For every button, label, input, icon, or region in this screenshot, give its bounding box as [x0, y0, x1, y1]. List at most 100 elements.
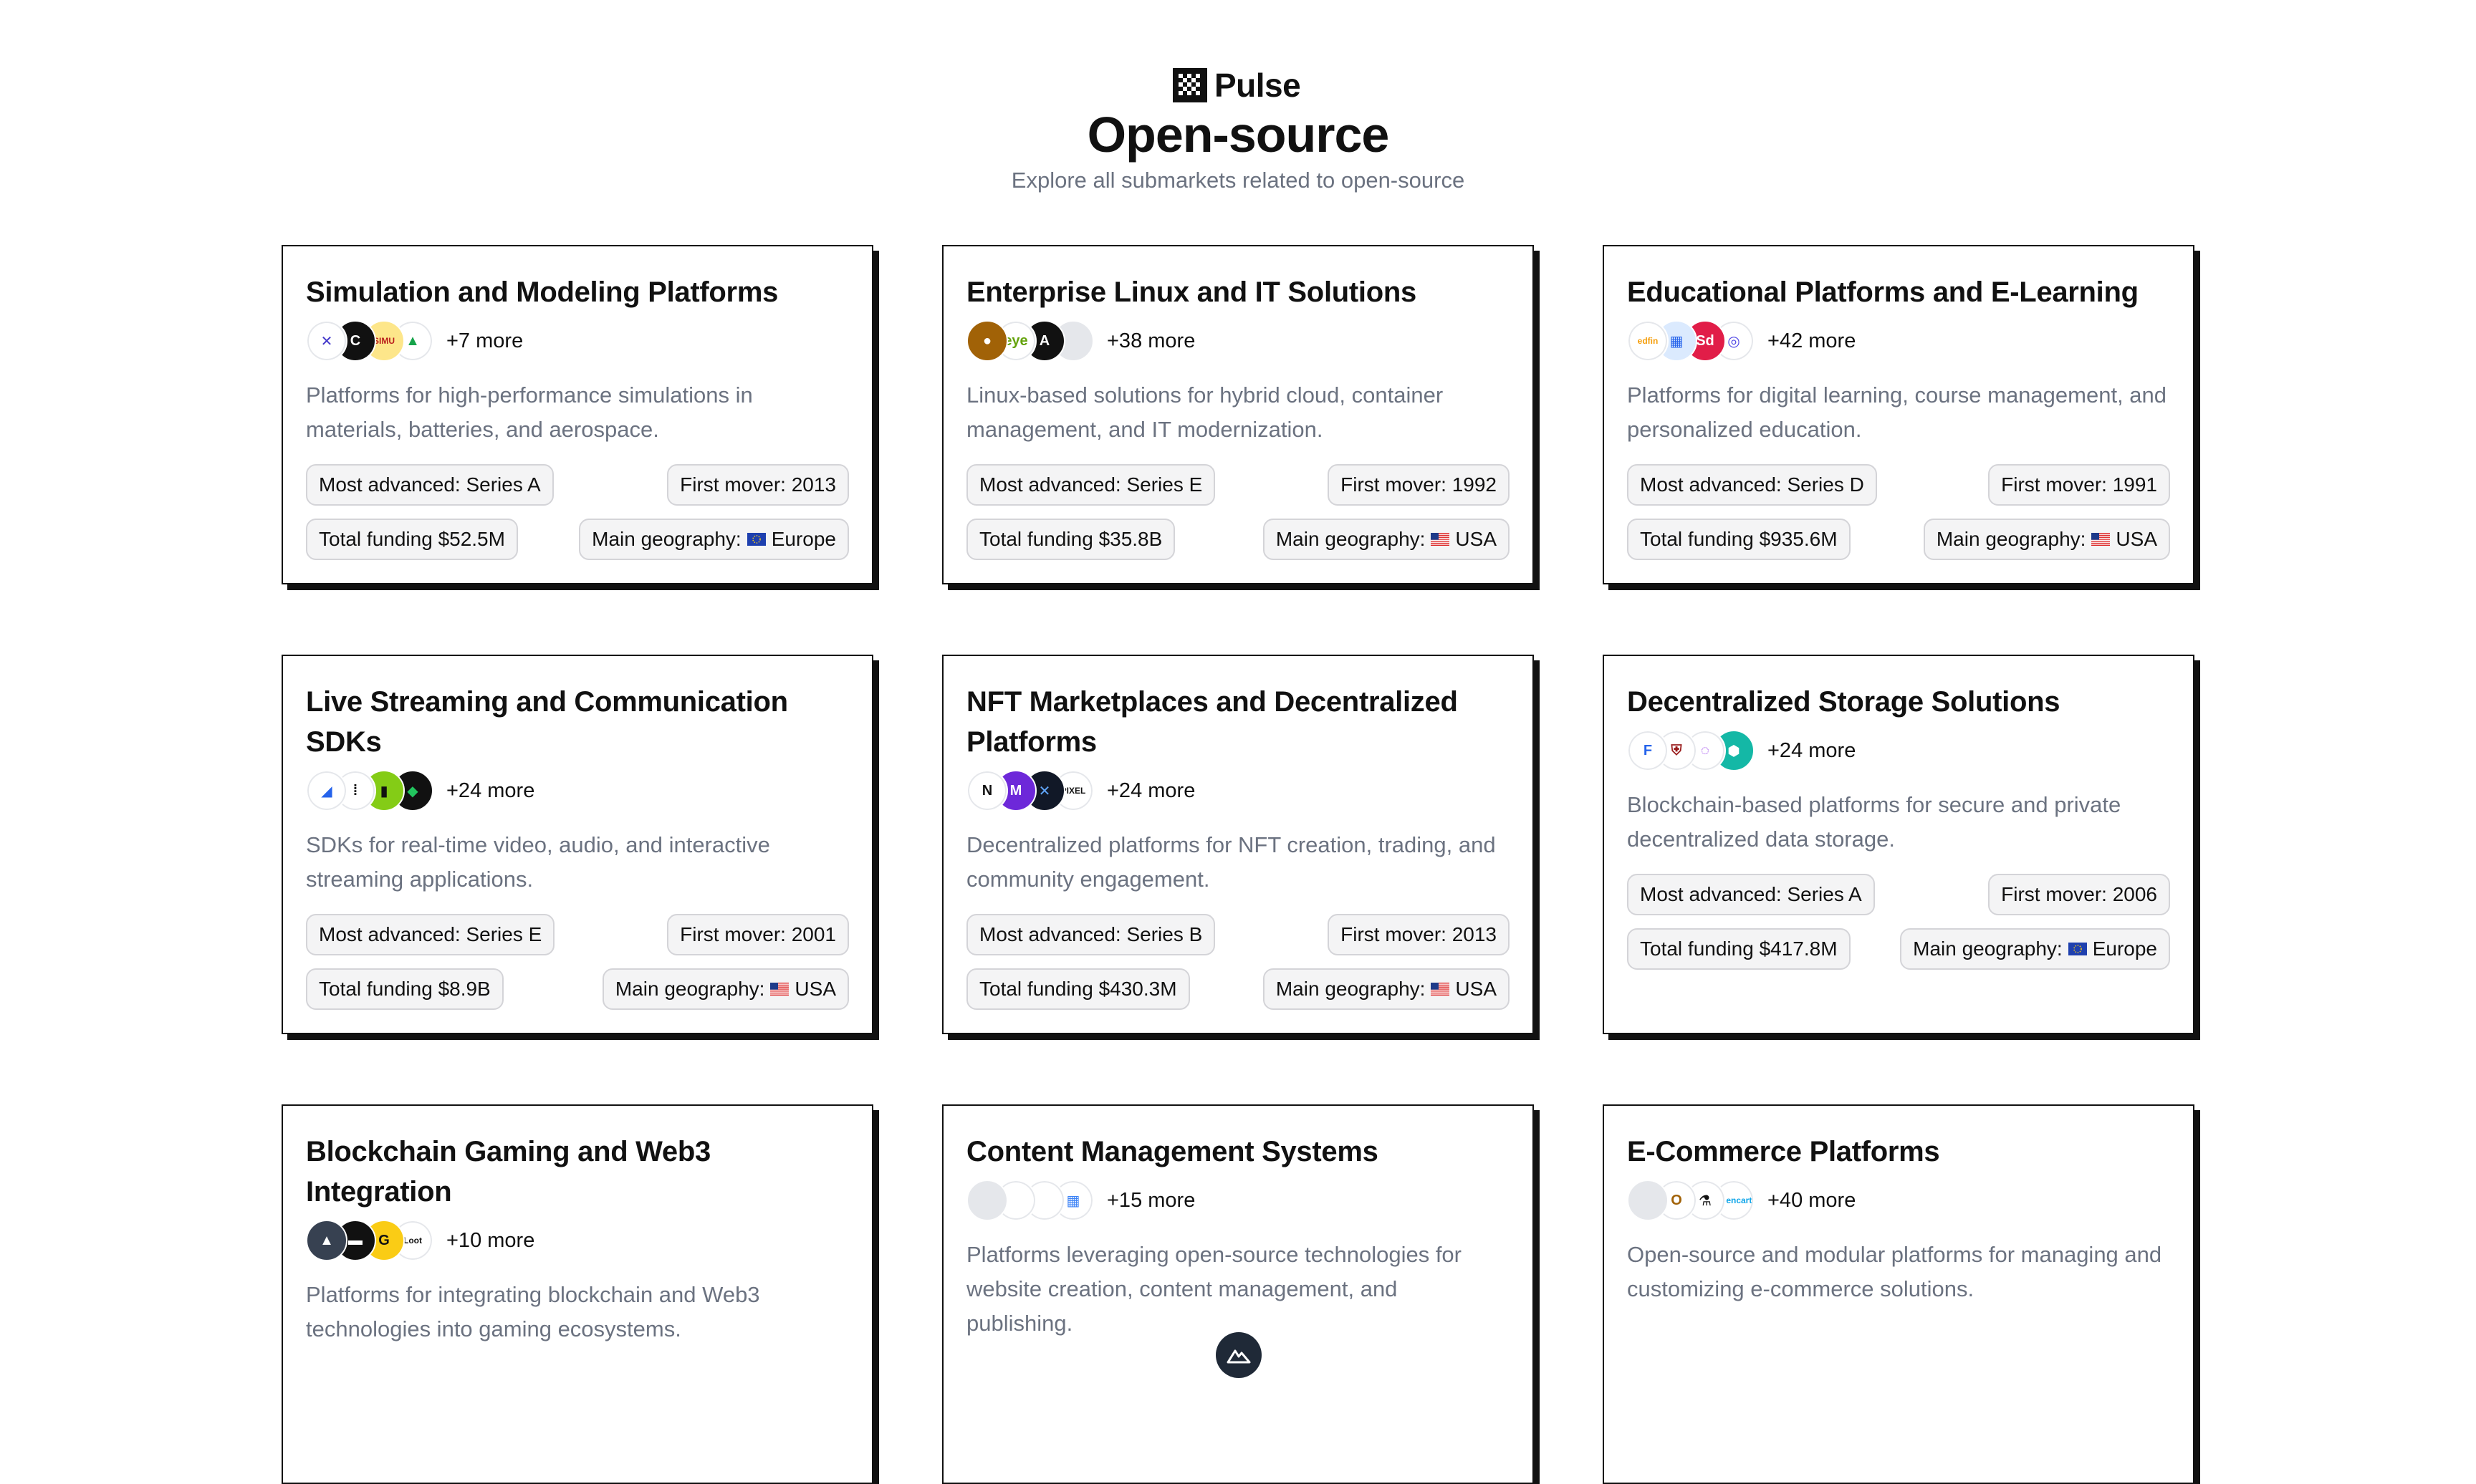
company-logo-mark: A [1039, 332, 1050, 349]
company-logo-mark: ✕ [320, 333, 333, 350]
company-logos: F ⛨ ◌ ⬢ +24 more [1627, 729, 2170, 772]
card-title: Content Management Systems [966, 1136, 1378, 1167]
page-subtitle: Explore all submarkets related to open-s… [1011, 168, 1465, 193]
card-description: Platforms for digital learning, course m… [1627, 382, 2167, 442]
first-mover-pill: First mover: 2006 [1988, 874, 2170, 915]
company-logo: N [966, 770, 1008, 811]
geography-value: Europe [771, 528, 836, 550]
company-logos: ◢ ⁞ ▮ ◆ +24 more [306, 769, 849, 812]
eu-flag-icon [747, 533, 766, 546]
company-logo-mark: ▬ [348, 1232, 363, 1248]
more-companies-count[interactable]: +40 more [1767, 1189, 1856, 1213]
company-logo-mark: ● [982, 332, 992, 349]
card-description: Platforms for high-performance simulatio… [306, 382, 753, 442]
more-companies-count[interactable]: +7 more [446, 329, 523, 353]
company-logo-mark: O [1671, 1192, 1682, 1208]
card-stats-row: Most advanced: Series B First mover: 2013 [966, 914, 1510, 955]
funding-pill: Total funding $417.8M [1627, 928, 1851, 970]
more-companies-count[interactable]: +24 more [1107, 779, 1195, 803]
company-logo-mark: M [1009, 782, 1022, 799]
company-logos: O ⚗ opencart +40 more [1627, 1179, 2170, 1222]
submarket-card[interactable]: Blockchain Gaming and Web3 Integration ▲ ▬… [282, 1104, 873, 1484]
stage-pill: Most advanced: Series E [966, 464, 1216, 506]
company-logo-mark: ▦ [1669, 333, 1684, 350]
stage-pill: Most advanced: Series A [306, 464, 554, 506]
geography-pill: Main geography: Europe [579, 519, 849, 560]
geography-value: USA [795, 978, 836, 1000]
brand-name: Pulse [1214, 67, 1301, 104]
card-stats-row: Total funding $417.8M Main geography: Euro… [1627, 928, 2170, 970]
card-stats-row: Most advanced: Series A First mover: 2013 [306, 464, 849, 506]
submarket-card[interactable]: Content Management Systems ▦ +15 more Platf… [942, 1104, 1534, 1484]
more-companies-count[interactable]: +24 more [1767, 739, 1856, 763]
card-description: Decentralized platforms for NFT creation… [966, 832, 1496, 892]
geography-pill: Main geography: USA [602, 968, 849, 1010]
company-logo-mark: C [350, 332, 361, 349]
card-stats-row: Total funding $935.6M Main geography: USA [1627, 519, 2170, 560]
company-logo-mark: ◢ [321, 783, 332, 799]
mountain-icon [1227, 1349, 1251, 1364]
geography-label: Main geography: [615, 978, 765, 1000]
brand[interactable]: Pulse [1173, 66, 1301, 105]
funding-pill: Total funding $430.3M [966, 968, 1190, 1010]
more-companies-count[interactable]: +10 more [446, 1229, 534, 1253]
card-title: Live Streaming and Communication SDKs [306, 686, 788, 758]
company-logo-mark: ▦ [1066, 1192, 1080, 1209]
funding-pill: Total funding $35.8B [966, 519, 1176, 560]
submarket-card[interactable]: NFT Marketplaces and Decentralized Platf… [942, 655, 1534, 1034]
card-description: Linux-based solutions for hybrid cloud, … [966, 382, 1444, 442]
submarket-card[interactable]: Educational Platforms and E-Learning edfi… [1603, 245, 2194, 584]
more-companies-count[interactable]: +42 more [1767, 329, 1856, 353]
company-logo: ✕ [306, 320, 347, 362]
submarket-card[interactable]: Enterprise Linux and IT Solutions ● eye A +3… [942, 245, 1534, 584]
first-mover-pill: First mover: 1992 [1328, 464, 1510, 506]
company-logo-mark: ▮ [380, 783, 388, 799]
company-logo: edfin [1627, 320, 1669, 362]
us-flag-icon [770, 983, 790, 996]
company-logo-mark: F [1643, 742, 1653, 758]
company-logo-mark: ⁞ [352, 782, 358, 799]
us-flag-icon [1431, 533, 1450, 546]
card-title: Blockchain Gaming and Web3 Integration [306, 1136, 711, 1208]
nuxt-devtools-button[interactable] [1216, 1332, 1262, 1378]
card-stats-row: Total funding $35.8B Main geography: USA [966, 519, 1510, 560]
card-title: Simulation and Modeling Platforms [306, 276, 779, 308]
stage-pill: Most advanced: Series A [1627, 874, 1875, 915]
more-companies-count[interactable]: +24 more [446, 779, 534, 803]
us-flag-icon [1431, 983, 1450, 996]
geography-pill: Main geography: Europe [1900, 928, 2170, 970]
card-description: Platforms leveraging open-source technol… [966, 1242, 1462, 1336]
card-title: Decentralized Storage Solutions [1627, 686, 2060, 718]
company-logo-mark: G [378, 1232, 390, 1248]
geography-pill: Main geography: USA [1262, 968, 1510, 1010]
company-logos: edfin ▦ Sd ◎ +42 more [1627, 319, 2170, 362]
submarket-card[interactable]: Decentralized Storage Solutions F ⛨ ◌ ⬢ +24 m… [1603, 655, 2194, 1034]
company-logo-mark: ◌ [1701, 742, 1709, 758]
submarket-card[interactable]: Simulation and Modeling Platforms ✕ C SIMU ▲… [282, 245, 873, 584]
geography-value: USA [2116, 528, 2157, 550]
more-companies-count[interactable]: +15 more [1107, 1189, 1195, 1213]
company-logos: ● eye A +38 more [966, 319, 1510, 362]
first-mover-pill: First mover: 2013 [1328, 914, 1510, 955]
geography-label: Main geography: [1936, 528, 2086, 550]
company-logo: ● [966, 320, 1008, 362]
first-mover-pill: First mover: 2001 [667, 914, 849, 955]
company-logo-mark: edfin [1637, 336, 1659, 346]
company-logo-mark: ◎ [1727, 333, 1740, 350]
company-logo: ◢ [306, 770, 347, 811]
submarket-card[interactable]: E-Commerce Platforms O ⚗ opencart +40 more Op… [1603, 1104, 2194, 1484]
submarket-card[interactable]: Live Streaming and Communication SDKs ◢ ⁞ ▮… [282, 655, 873, 1034]
company-logo [1627, 1180, 1669, 1221]
company-logo-mark: Loot [403, 1235, 422, 1246]
company-logo-mark: ✕ [1038, 783, 1051, 799]
card-title: Educational Platforms and E-Learning [1627, 276, 2139, 308]
company-logo-mark: ⛨ [1671, 742, 1682, 758]
geography-label: Main geography: [1275, 528, 1426, 550]
more-companies-count[interactable]: +38 more [1107, 329, 1195, 353]
company-logo: ▲ [306, 1220, 347, 1261]
geography-pill: Main geography: USA [1923, 519, 2170, 560]
card-stats-row: Most advanced: Series A First mover: 2006 [1627, 874, 2170, 915]
company-logo-mark: ▲ [406, 332, 420, 349]
first-mover-pill: First mover: 2013 [667, 464, 849, 506]
stage-pill: Most advanced: Series B [966, 914, 1216, 955]
